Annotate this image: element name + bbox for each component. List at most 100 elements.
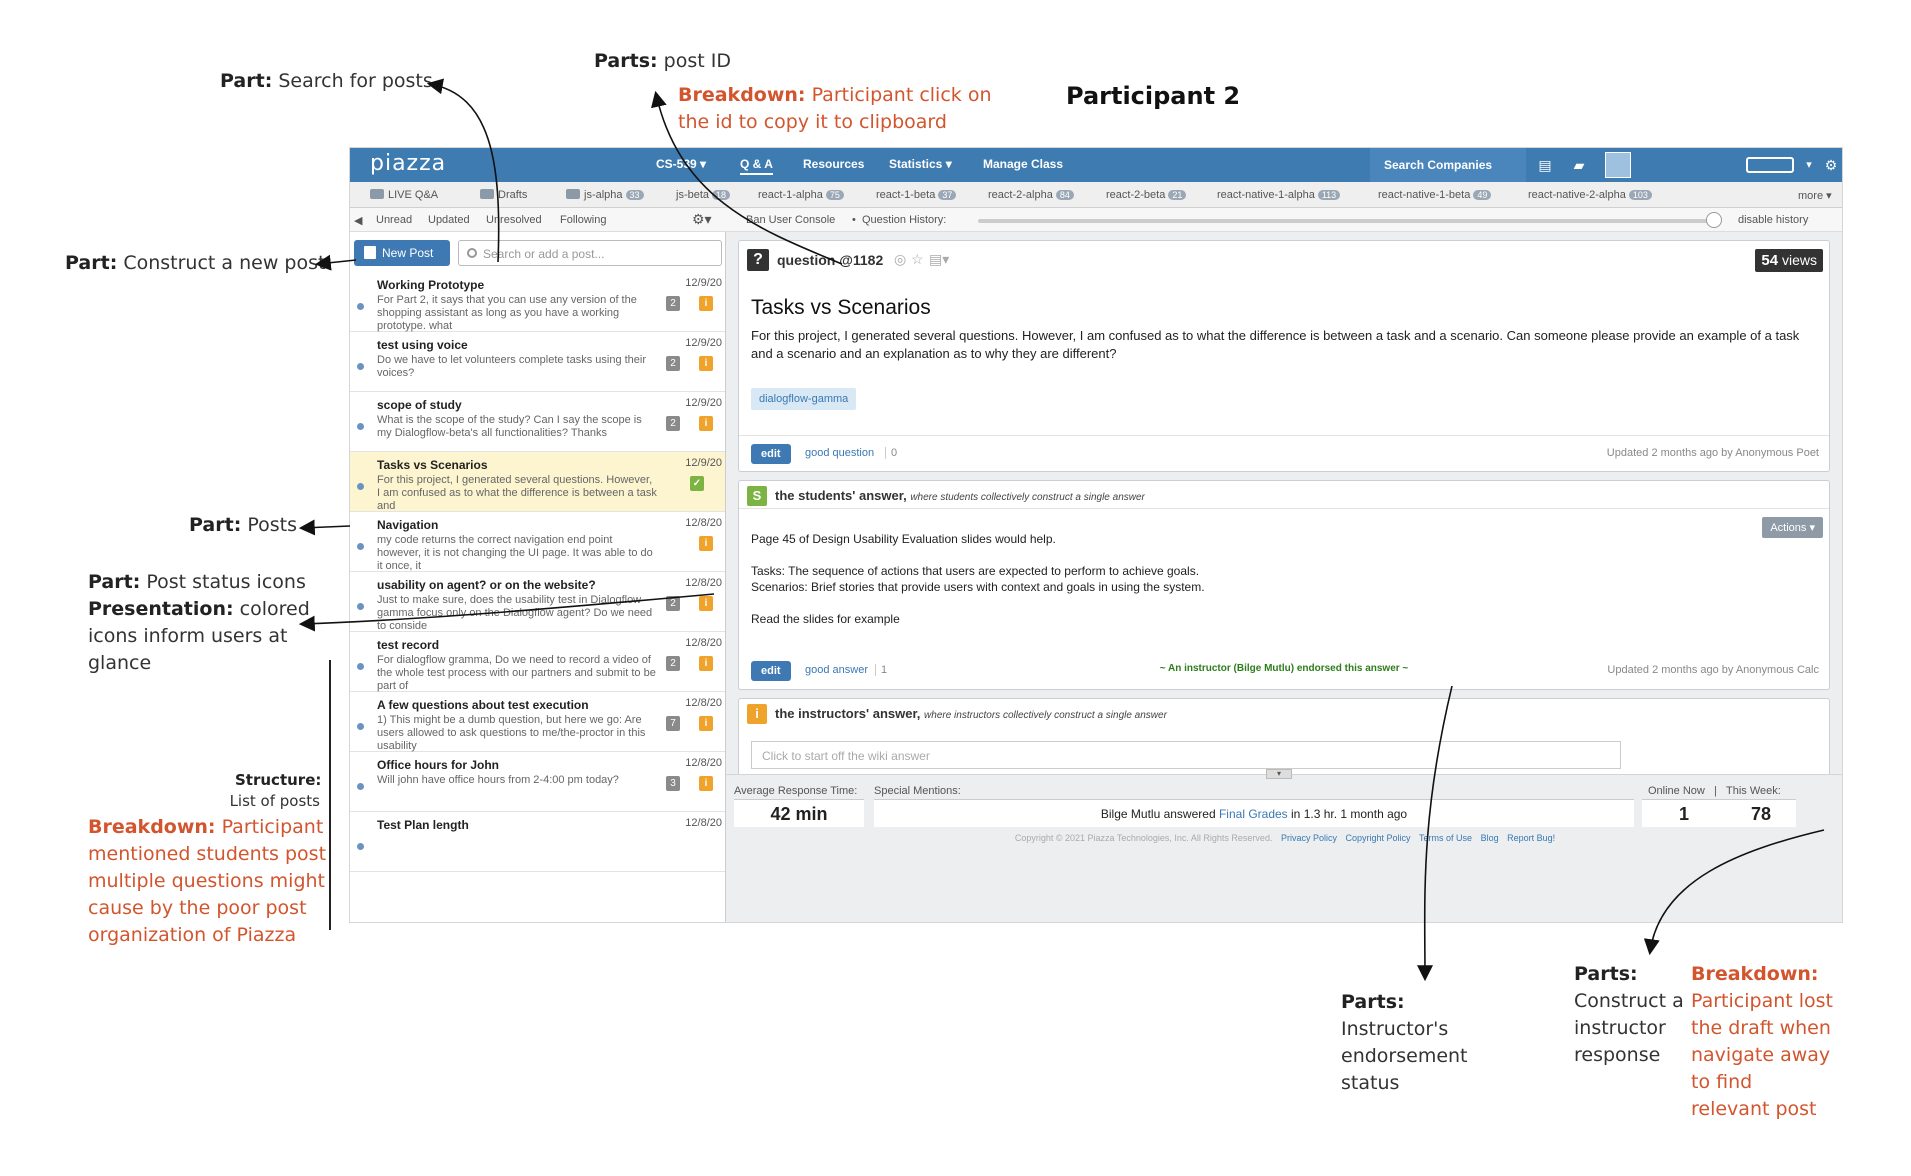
instructor-status-icon: i [699,776,713,791]
history-slider-handle[interactable] [1706,212,1722,228]
lock-icon[interactable]: ▤▾ [929,251,949,268]
list-item[interactable]: test record For dialogflow gramma, Do we … [350,632,725,692]
folder-js-alpha[interactable]: js-alpha 33 [566,189,644,201]
post-title: usability on agent? or on the website? [377,578,596,592]
annotation-instructor-response: Parts: Construct a instructor response [1574,963,1684,1066]
post-title: test record [377,638,440,652]
post-snippet: For Part 2, it says that you can use any… [377,294,637,332]
new-post-button[interactable]: New Post [354,240,450,266]
collapse-feed-icon[interactable]: ◀ [354,214,362,227]
final-grades-link[interactable]: Final Grades [1219,807,1288,821]
folder-react-2-alpha[interactable]: react-2-alpha 84 [988,189,1074,201]
instructor-status-icon: i [699,296,713,311]
question-title: Tasks vs Scenarios [751,296,931,319]
ban-user-console-link[interactable]: Ban User Console [746,214,835,226]
unread-dot-icon [357,843,364,850]
annotation-posts: Part: Posts [189,514,297,536]
folder-live-qa[interactable]: LIVE Q&A [370,189,438,201]
status-toggle[interactable] [1746,157,1794,173]
feed-settings-gear-icon[interactable]: ⚙▾ [692,211,712,228]
annotation-structure-breakdown: Breakdown: Participant mentioned student… [88,816,327,946]
folder-react-1-alpha[interactable]: react-1-alpha 75 [758,189,844,201]
list-item[interactable]: Working Prototype For Part 2, it says tha… [350,272,725,332]
list-item[interactable]: test using voice Do we have to let volunt… [350,332,725,392]
chevron-down-icon[interactable]: ▾ [1798,154,1820,176]
reply-count-badge: 2 [666,596,680,611]
filter-updated[interactable]: Updated [428,214,470,226]
annotation-structure: Structure: List of posts [229,771,322,810]
folder-react-native-2-alpha[interactable]: react-native-2-alpha 103 [1528,189,1652,201]
post-title: Office hours for John [377,758,500,772]
folder-react-native-1-alpha[interactable]: react-native-1-alpha 113 [1217,189,1341,201]
folder-react-native-1-beta[interactable]: react-native-1-beta 49 [1378,189,1492,201]
folder-tag[interactable]: dialogflow-gamma [751,388,857,410]
filter-unresolved[interactable]: Unresolved [486,214,542,226]
folder-js-beta[interactable]: js-beta 18 [676,189,731,201]
chat-icon[interactable]: ▰ [1568,154,1590,176]
folder-drafts[interactable]: Drafts [480,189,527,201]
expand-stats-icon[interactable]: ▾ [1266,769,1292,779]
tab-statistics[interactable]: Statistics ▾ [889,157,952,171]
unread-dot-icon [357,783,364,790]
disable-history-link[interactable]: disable history [1738,214,1808,226]
search-input[interactable]: Search or add a post... [458,240,722,266]
folder-more[interactable]: more ▾ [1798,189,1832,202]
list-item[interactable]: A few questions about test execution 1) T… [350,692,725,752]
piazza-logo[interactable]: piazza [370,151,446,176]
folder-react-2-beta[interactable]: react-2-beta 21 [1106,189,1187,201]
terms-of-use-link[interactable]: Terms of Use [1419,833,1472,843]
footer-copyright: Copyright © 2021 Piazza Technologies, In… [1014,833,1556,843]
history-slider-track[interactable] [978,219,1718,223]
post-snippet: Do we have to let volunteers complete ta… [377,354,647,379]
unread-dot-icon [357,483,364,490]
annotation-new-post: Part: Construct a new post [65,252,326,274]
filter-unread[interactable]: Unread [376,214,412,226]
list-item[interactable]: Navigation my code returns the correct na… [350,512,725,572]
folder-react-1-beta[interactable]: react-1-beta 37 [876,189,957,201]
course-dropdown[interactable]: CS-539 ▾ [656,157,706,171]
instructor-answer-input[interactable]: Click to start off the wiki answer [751,741,1621,769]
student-answer-card: S the students' answer, where students c… [738,480,1830,690]
post-feed: New Post Search or add a post... Working… [350,232,726,922]
annotation-endorsement: Parts: Instructor's endorsement status [1341,991,1468,1094]
online-now-value: 1 [1642,799,1726,827]
privacy-policy-link[interactable]: Privacy Policy [1281,833,1337,843]
report-bug-link[interactable]: Report Bug! [1507,833,1555,843]
list-item[interactable]: usability on agent? or on the website? Ju… [350,572,725,632]
post-snippet: my code returns the correct navigation e… [377,534,653,572]
list-item[interactable]: Office hours for John Will john have offi… [350,752,725,812]
question-body: For this project, I generated several qu… [751,328,1800,361]
list-item[interactable]: scope of study What is the scope of the s… [350,392,725,452]
reply-count-badge: 2 [666,416,680,431]
blog-link[interactable]: Blog [1481,833,1499,843]
tab-resources[interactable]: Resources [803,157,864,171]
list-item[interactable]: Tasks vs Scenarios For this project, I ge… [350,452,725,512]
gear-icon[interactable]: ⚙ [1820,154,1842,176]
user-avatar[interactable] [1605,152,1631,178]
reply-count-badge: 2 [666,656,680,671]
separator-dot: • [852,214,856,226]
post-id[interactable]: question @1182 [777,252,883,268]
star-icon[interactable]: ☆ [911,251,924,268]
unread-dot-icon [357,423,364,430]
instructor-answer-title: the instructors' answer, where instructo… [775,706,1167,721]
tab-qa[interactable]: Q & A [740,157,773,175]
edit-answer-button[interactable]: edit [751,661,791,681]
actions-dropdown[interactable]: Actions ▾ [1762,517,1823,538]
list-item[interactable]: Test Plan length 12/8/20 [350,812,725,872]
edit-question-button[interactable]: edit [751,444,791,464]
search-companies-button[interactable]: Search Companies [1370,148,1526,182]
good-question-button[interactable]: good question [805,447,874,459]
instructor-status-icon: i [699,656,713,671]
post-date: 12/9/20 [685,457,722,469]
folder-icon [370,189,384,199]
filter-following[interactable]: Following [560,214,606,226]
watch-icon[interactable]: ◎ [894,251,906,268]
post-date: 12/9/20 [685,397,722,409]
calendar-icon[interactable]: ▤ [1534,154,1556,176]
good-answer-button[interactable]: good answer [805,664,868,676]
copyright-policy-link[interactable]: Copyright Policy [1346,833,1411,843]
special-mentions-label: Special Mentions: [874,785,961,797]
student-answer-body: Page 45 of Design Usability Evaluation s… [751,532,1205,626]
tab-manage-class[interactable]: Manage Class [983,157,1063,171]
